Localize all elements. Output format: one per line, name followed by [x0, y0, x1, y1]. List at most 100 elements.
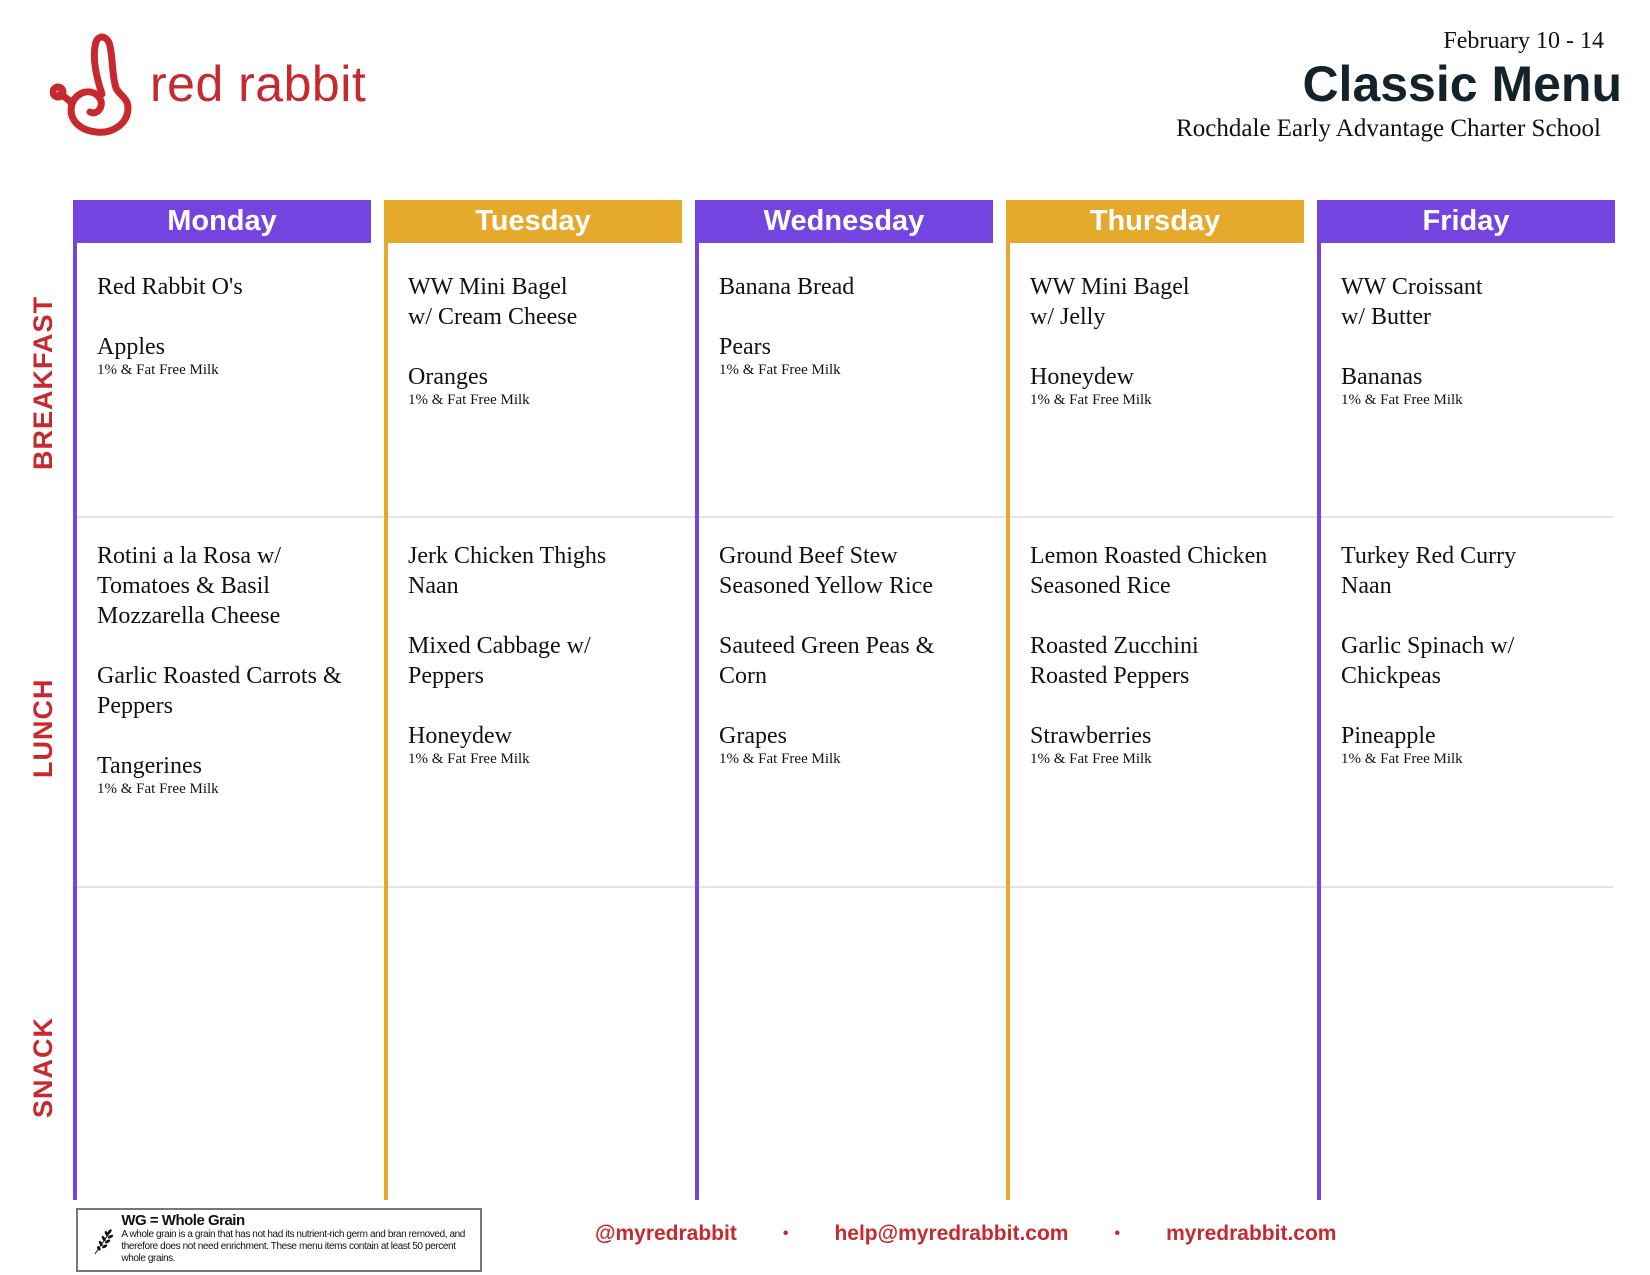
menu-item: Roasted Zucchini Roasted Peppers [1030, 631, 1315, 691]
milk-note: 1% & Fat Free Milk [1030, 751, 1152, 767]
menu-item: Honeydew 1% & Fat Free Milk [408, 721, 693, 768]
meal-label-snack: SNACK [28, 1016, 58, 1118]
column-line [73, 243, 77, 1200]
milk-note: 1% & Fat Free Milk [1030, 392, 1152, 408]
menu-item: Lemon Roasted Chicken Seasoned Rice [1030, 541, 1315, 601]
menu-item-name: WW Mini Bagel w/ Jelly [1030, 274, 1190, 330]
menu-item-name: Roasted Zucchini Roasted Peppers [1030, 633, 1199, 689]
menu-item-name: Mixed Cabbage w/ Peppers [408, 633, 591, 689]
menu-item-name: WW Croissant w/ Butter [1341, 274, 1483, 330]
menu-item-name: Bananas [1341, 364, 1423, 390]
menu-item-name: Turkey Red Curry Naan [1341, 543, 1517, 599]
menu-item: Strawberries 1% & Fat Free Milk [1030, 721, 1315, 768]
menu-item-name: Pineapple [1341, 723, 1436, 749]
menu-cell-thursday-breakfast: WW Mini Bagel w/ Jelly Honeydew 1% & Fat F… [1030, 272, 1315, 439]
menu-item: Garlic Roasted Carrots & Peppers [97, 661, 382, 721]
milk-note: 1% & Fat Free Milk [1341, 392, 1463, 408]
menu-header: February 10 - 14 Classic Menu Rochdale E… [1176, 28, 1622, 143]
menu-cell-friday-breakfast: WW Croissant w/ Butter Bananas 1% & Fat Fr… [1341, 272, 1626, 439]
menu-item: Grapes 1% & Fat Free Milk [719, 721, 1004, 768]
legend-description: A whole grain is a grain that has not ha… [121, 1229, 465, 1264]
menu-item: Sauteed Green Peas & Corn [719, 631, 1004, 691]
milk-note: 1% & Fat Free Milk [97, 781, 219, 797]
menu-item-name: Jerk Chicken Thighs Naan [408, 543, 607, 599]
menu-item: Bananas 1% & Fat Free Milk [1341, 362, 1626, 409]
whole-grain-legend: WG = Whole Grain A whole grain is a grai… [76, 1208, 482, 1272]
menu-cell-wednesday-breakfast: Banana Bread Pears 1% & Fat Free Milk [719, 272, 1004, 409]
milk-note: 1% & Fat Free Milk [719, 362, 841, 378]
menu-item-name: Tangerines [97, 753, 202, 779]
social-handle-link[interactable]: @myredrabbit [595, 1222, 737, 1246]
brand-name: red rabbit [150, 56, 367, 112]
menu-cell-thursday-lunch: Lemon Roasted Chicken Seasoned Rice Roast… [1030, 541, 1315, 798]
day-header-wednesday: Wednesday [695, 200, 993, 243]
email-link[interactable]: help@myredrabbit.com [834, 1222, 1068, 1246]
day-header-tuesday: Tuesday [384, 200, 682, 243]
milk-note: 1% & Fat Free Milk [1341, 751, 1463, 767]
day-header-friday: Friday [1317, 200, 1615, 243]
meal-label-lunch: LUNCH [28, 678, 58, 779]
menu-item-name: Honeydew [1030, 364, 1134, 390]
milk-note: 1% & Fat Free Milk [408, 392, 530, 408]
menu-item: Turkey Red Curry Naan [1341, 541, 1626, 601]
menu-item: Ground Beef Stew Seasoned Yellow Rice [719, 541, 1004, 601]
menu-item-name: Sauteed Green Peas & Corn [719, 633, 935, 689]
menu-item: Jerk Chicken Thighs Naan [408, 541, 693, 601]
menu-item-name: Pears [719, 334, 771, 360]
page-title: Classic Menu [1302, 56, 1622, 112]
wheat-icon [94, 1229, 114, 1255]
menu-item-name: Ground Beef Stew Seasoned Yellow Rice [719, 543, 933, 599]
column-line [384, 243, 388, 1200]
meal-label-breakfast: BREAKFAST [28, 295, 58, 470]
menu-item: Tangerines 1% & Fat Free Milk [97, 751, 382, 798]
menu-cell-friday-lunch: Turkey Red Curry Naan Garlic Spinach w/ C… [1341, 541, 1626, 798]
rabbit-swirl-icon [50, 33, 132, 136]
footer-contact: @myredrabbit • help@myredrabbit.com • my… [595, 1222, 1336, 1246]
menu-item-name: Honeydew [408, 723, 512, 749]
day-header-monday: Monday [73, 200, 371, 243]
menu-item: Honeydew 1% & Fat Free Milk [1030, 362, 1315, 409]
menu-item: Garlic Spinach w/ Chickpeas [1341, 631, 1626, 691]
brand-logo: red rabbit [50, 32, 366, 142]
day-header-thursday: Thursday [1006, 200, 1304, 243]
menu-item: Apples 1% & Fat Free Milk [97, 332, 382, 379]
menu-item-name: Grapes [719, 723, 787, 749]
milk-note: 1% & Fat Free Milk [97, 362, 219, 378]
column-line [1006, 243, 1010, 1200]
menu-item: Pineapple 1% & Fat Free Milk [1341, 721, 1626, 768]
menu-cell-tuesday-lunch: Jerk Chicken Thighs Naan Mixed Cabbage w/… [408, 541, 693, 798]
menu-item: Banana Bread [719, 272, 1004, 302]
milk-note: 1% & Fat Free Milk [408, 751, 530, 767]
menu-item-name: Strawberries [1030, 723, 1152, 749]
menu-item-name: Apples [97, 334, 165, 360]
menu-item-name: Oranges [408, 364, 488, 390]
menu-cell-monday-lunch: Rotini a la Rosa w/ Tomatoes & Basil Moz… [97, 541, 382, 828]
column-line [1317, 243, 1321, 1200]
legend-text: WG = Whole Grain A whole grain is a grai… [121, 1210, 480, 1265]
menu-item-name: Red Rabbit O's [97, 274, 243, 300]
menu-item-name: Garlic Roasted Carrots & Peppers [97, 663, 342, 719]
school-name: Rochdale Early Advantage Charter School [1176, 115, 1601, 142]
menu-item: Oranges 1% & Fat Free Milk [408, 362, 693, 409]
separator-dot: • [782, 1225, 789, 1242]
menu-item: WW Mini Bagel w/ Jelly [1030, 272, 1315, 332]
menu-cell-tuesday-breakfast: WW Mini Bagel w/ Cream Cheese Oranges 1% &… [408, 272, 693, 439]
menu-item-name: WW Mini Bagel w/ Cream Cheese [408, 274, 578, 330]
menu-cell-wednesday-lunch: Ground Beef Stew Seasoned Yellow Rice Sau… [719, 541, 1004, 798]
menu-item: Rotini a la Rosa w/ Tomatoes & Basil Moz… [97, 541, 382, 631]
menu-item: Pears 1% & Fat Free Milk [719, 332, 1004, 379]
menu-cell-monday-breakfast: Red Rabbit O's Apples 1% & Fat Free Milk [97, 272, 382, 409]
milk-note: 1% & Fat Free Milk [719, 751, 841, 767]
menu-item: Red Rabbit O's [97, 272, 382, 302]
menu-item-name: Rotini a la Rosa w/ Tomatoes & Basil Moz… [97, 543, 281, 629]
column-line [695, 243, 699, 1200]
menu-item-name: Banana Bread [719, 274, 855, 300]
menu-item: WW Mini Bagel w/ Cream Cheese [408, 272, 693, 332]
week-range: February 10 - 14 [1443, 28, 1604, 54]
menu-item: WW Croissant w/ Butter [1341, 272, 1626, 332]
separator-dot: • [1114, 1225, 1121, 1242]
website-link[interactable]: myredrabbit.com [1166, 1222, 1336, 1246]
menu-item: Mixed Cabbage w/ Peppers [408, 631, 693, 691]
legend-title: WG = Whole Grain [121, 1212, 245, 1229]
menu-item-name: Lemon Roasted Chicken Seasoned Rice [1030, 543, 1268, 599]
